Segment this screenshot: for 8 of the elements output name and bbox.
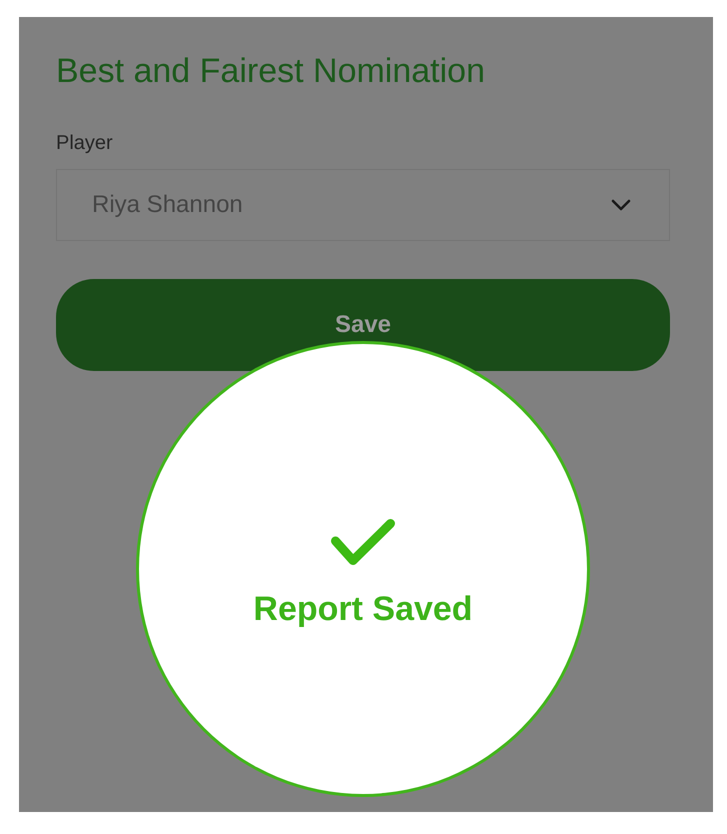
- toast-message: Report Saved: [253, 589, 473, 629]
- player-dropdown[interactable]: Riya Shannon: [56, 169, 670, 241]
- field-label: Player: [56, 131, 114, 155]
- dropdown-value: Riya Shannon: [92, 191, 243, 219]
- save-button[interactable]: Save: [56, 279, 670, 371]
- checkmark-icon: [331, 519, 395, 565]
- form-title: Best and Fairest Nomination: [56, 51, 486, 91]
- chevron-down-icon: [610, 198, 632, 212]
